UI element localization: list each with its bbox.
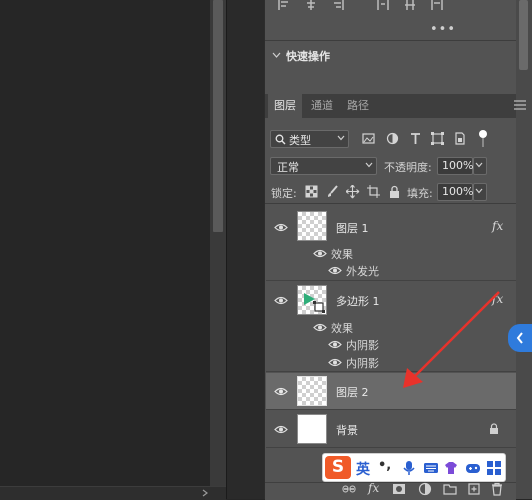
filter-shape-icon[interactable]	[431, 132, 445, 146]
search-icon	[275, 134, 286, 145]
blend-mode-select[interactable]: 正常	[270, 157, 377, 175]
new-group-icon[interactable]	[443, 482, 457, 496]
blend-mode-value: 正常	[277, 161, 299, 174]
layer-name[interactable]: 图层 2	[336, 384, 369, 400]
eye-icon[interactable]	[328, 340, 342, 349]
filter-smart-object-icon[interactable]	[453, 132, 467, 146]
eye-icon[interactable]	[313, 249, 327, 258]
tab-channels[interactable]: 通道	[311, 94, 333, 118]
delete-layer-icon[interactable]	[490, 482, 504, 496]
chevron-down-icon	[475, 188, 483, 194]
layer-thumbnail[interactable]	[297, 376, 327, 406]
distribute-right-icon[interactable]	[431, 0, 443, 10]
ime-punctuation-toggle[interactable]: •,	[378, 458, 391, 473]
document-canvas[interactable]	[0, 0, 210, 499]
lock-all-icon[interactable]	[388, 185, 402, 199]
opacity-value: 100%	[442, 159, 474, 172]
ime-logo[interactable]: S	[325, 456, 351, 479]
lock-position-move-icon[interactable]	[346, 185, 360, 199]
lock-image-brush-icon[interactable]	[326, 185, 340, 199]
panel-scrollbar[interactable]	[516, 0, 532, 499]
opacity-label: 不透明度:	[384, 161, 432, 174]
tab-paths[interactable]: 路径	[347, 94, 369, 118]
adjustment-layer-icon[interactable]	[418, 482, 432, 496]
align-right-icon[interactable]	[332, 0, 344, 10]
lock-label: 锁定:	[271, 187, 297, 200]
filter-kind-value: 类型	[289, 134, 311, 147]
filter-type-icon[interactable]	[409, 132, 423, 146]
layer-thumbnail[interactable]	[297, 414, 327, 444]
section-divider	[265, 40, 516, 41]
lock-artboard-icon[interactable]	[367, 185, 381, 199]
layer-row[interactable]: 图层 1 fx 效果 外发光	[266, 207, 516, 281]
distribute-center-icon[interactable]	[404, 0, 416, 10]
eye-icon[interactable]	[328, 266, 342, 275]
link-layers-icon[interactable]	[342, 482, 356, 496]
filter-adjustment-icon[interactable]	[386, 132, 400, 146]
filter-kind-select[interactable]: 类型	[270, 130, 349, 148]
fx-icon[interactable]: fx	[492, 219, 503, 233]
chevron-down-icon	[272, 52, 281, 58]
align-center-icon[interactable]	[305, 0, 317, 10]
scroll-right-icon[interactable]	[201, 489, 209, 497]
eye-icon[interactable]	[274, 425, 288, 434]
panel-scroll-thumb[interactable]	[519, 0, 528, 70]
chevron-down-icon	[475, 162, 483, 168]
panel-menu-icon[interactable]	[514, 100, 526, 110]
layer-name[interactable]: 背景	[336, 422, 358, 438]
microphone-icon[interactable]	[401, 460, 417, 476]
align-left-icon[interactable]	[278, 0, 290, 10]
tab-layers[interactable]: 图层	[268, 94, 302, 118]
layer-name[interactable]: 多边形 1	[336, 293, 380, 309]
chevron-left-icon	[516, 332, 523, 344]
eye-icon[interactable]	[274, 387, 288, 396]
more-options[interactable]: •••	[430, 22, 456, 37]
eye-icon[interactable]	[274, 296, 288, 305]
effects-label: 效果	[331, 322, 353, 335]
opacity-dropdown[interactable]	[473, 157, 487, 175]
opacity-input[interactable]: 100%	[437, 157, 473, 175]
canvas-horizontal-scrollbar[interactable]	[0, 486, 226, 500]
ime-toolbar[interactable]: S 英 •,	[322, 453, 506, 482]
add-mask-icon[interactable]	[392, 482, 406, 496]
fill-input[interactable]: 100%	[437, 183, 473, 201]
chevron-down-icon	[365, 162, 373, 168]
layer-row[interactable]: 背景	[266, 411, 516, 448]
eye-icon[interactable]	[274, 223, 288, 232]
effects-label: 效果	[331, 248, 353, 261]
fill-label: 填充:	[407, 187, 433, 200]
filter-toggle-icon[interactable]	[476, 129, 490, 149]
chevron-down-icon	[337, 135, 345, 141]
distribute-left-icon[interactable]	[377, 0, 389, 10]
effect-outer-glow[interactable]: 外发光	[346, 263, 379, 279]
side-panel-toggle[interactable]	[508, 324, 532, 352]
skin-icon[interactable]	[443, 460, 459, 476]
eye-icon[interactable]	[313, 323, 327, 332]
keyboard-icon[interactable]	[423, 460, 439, 476]
shape-layer-badge-icon	[313, 301, 325, 313]
ime-language-toggle[interactable]: 英	[356, 459, 370, 479]
eye-icon[interactable]	[328, 358, 342, 367]
filter-pixel-icon[interactable]	[362, 132, 376, 146]
fill-value: 100%	[442, 185, 474, 198]
lock-icon[interactable]	[489, 423, 499, 435]
effect-inner-shadow[interactable]: 内阴影	[346, 355, 379, 371]
controls-divider	[265, 203, 516, 204]
fill-dropdown[interactable]	[473, 183, 487, 201]
gamepad-icon[interactable]	[465, 460, 481, 476]
layer-name[interactable]: 图层 1	[336, 220, 369, 236]
panel-gutter	[226, 0, 265, 499]
effect-inner-shadow[interactable]: 内阴影	[346, 337, 379, 353]
layer-thumbnail[interactable]	[297, 211, 327, 241]
lock-transparent-icon[interactable]	[305, 185, 319, 199]
grid-menu-icon[interactable]	[486, 460, 502, 476]
annotation-arrow	[403, 291, 500, 388]
layers-tab-bar	[265, 94, 516, 118]
canvas-vertical-scroll-thumb[interactable]	[213, 0, 223, 232]
quick-actions-title: 快速操作	[286, 50, 330, 63]
add-layer-style-button[interactable]: fx	[368, 481, 379, 495]
new-layer-icon[interactable]	[467, 482, 481, 496]
layer-thumbnail[interactable]	[297, 285, 327, 315]
